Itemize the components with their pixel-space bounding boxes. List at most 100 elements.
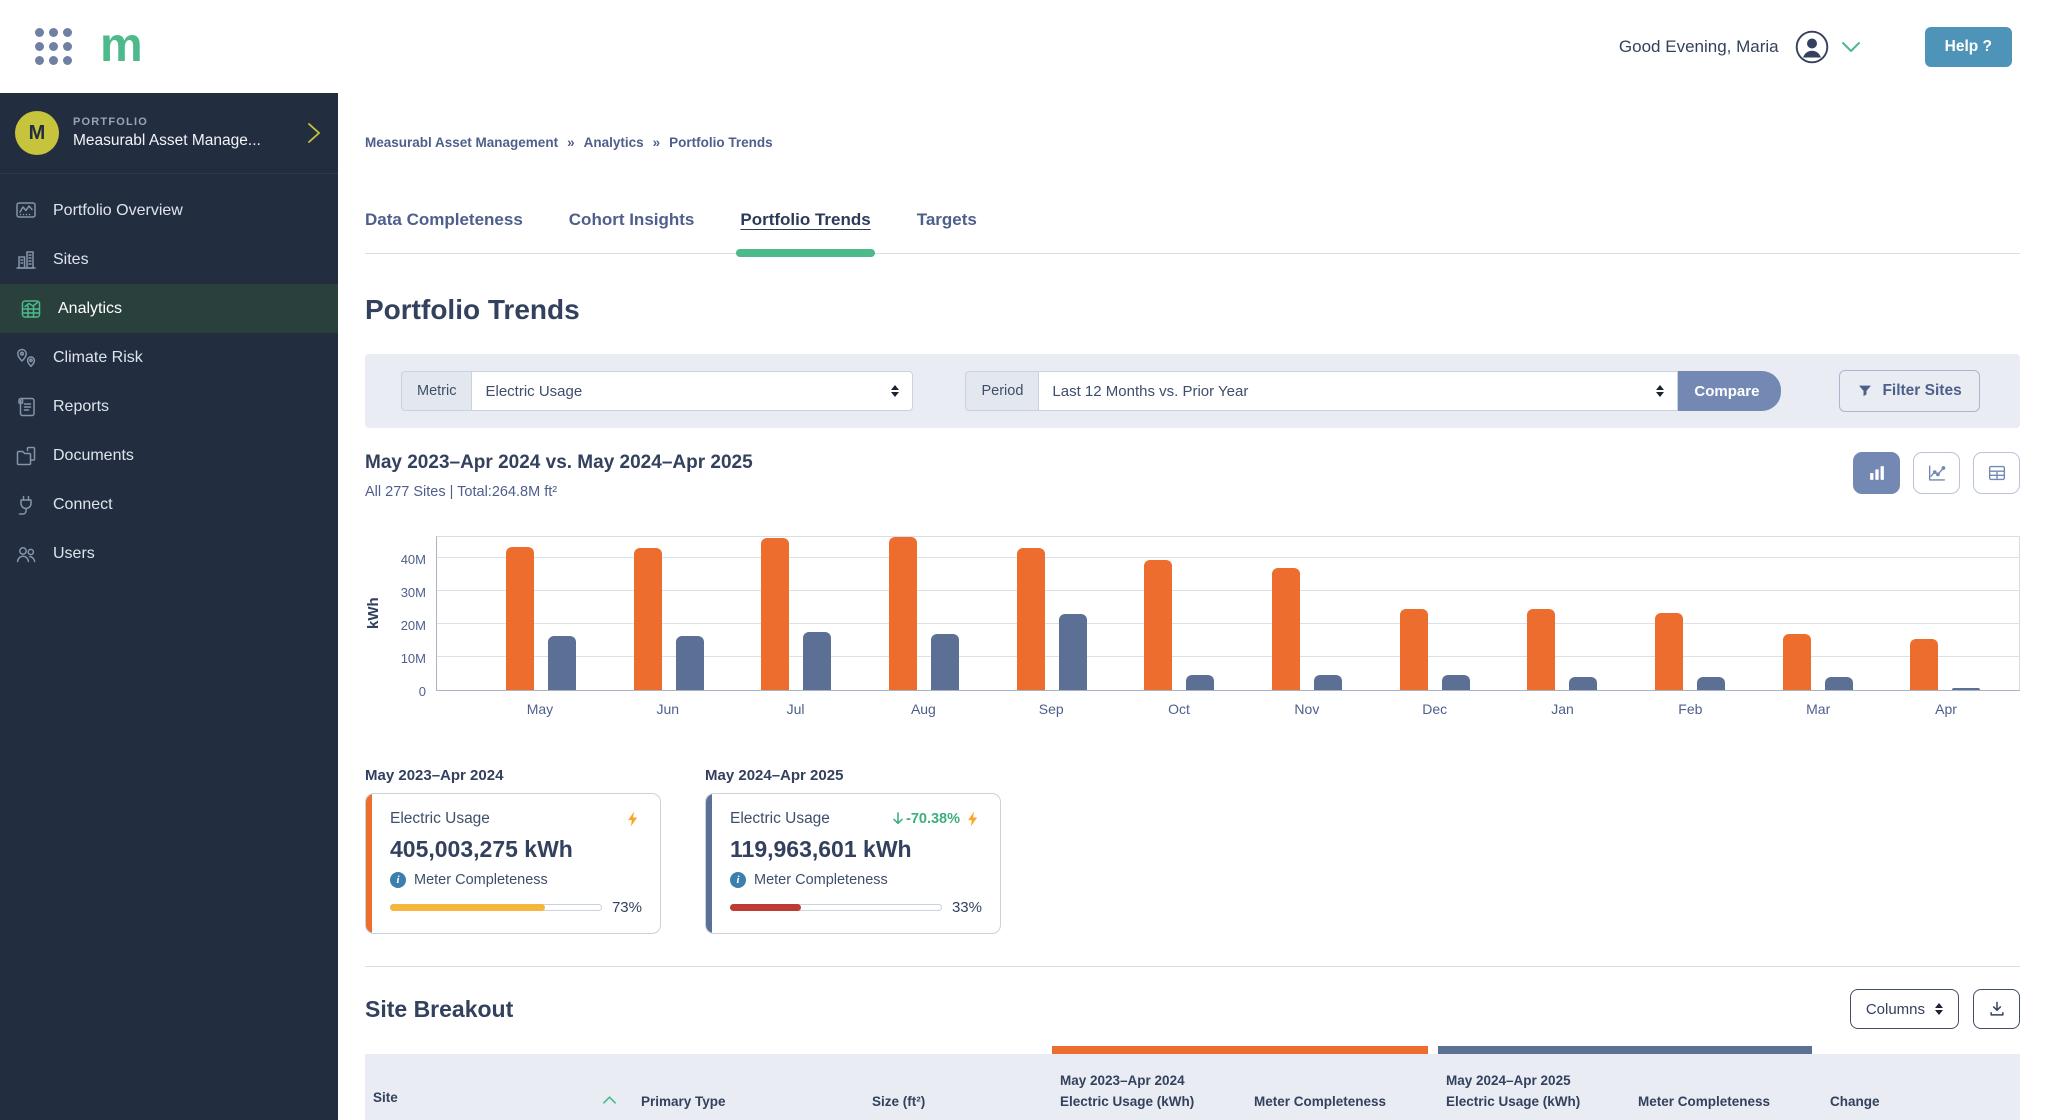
chart-plot — [436, 536, 2020, 691]
table-mode-button[interactable] — [1973, 452, 2020, 494]
plug-icon — [13, 492, 39, 518]
bar-period2-nov[interactable] — [1313, 675, 1342, 690]
bar-period2-oct[interactable] — [1186, 675, 1215, 690]
tab-data-completeness[interactable]: Data Completeness — [365, 210, 523, 253]
sidebar-item-climate-risk[interactable]: Climate Risk — [0, 333, 338, 382]
column-header-period1-completeness[interactable]: Meter Completeness — [1246, 1054, 1428, 1120]
bar-period2-mar[interactable] — [1824, 676, 1853, 690]
user-menu[interactable] — [1795, 30, 1861, 64]
sidebar-item-label: Connect — [53, 495, 113, 513]
sidebar-item-sites[interactable]: Sites — [0, 235, 338, 284]
bar-period1-jan[interactable] — [1527, 609, 1556, 690]
bar-period1-sep[interactable] — [1016, 548, 1045, 690]
sort-ascending-icon[interactable] — [602, 1095, 617, 1105]
completeness-percent: 33% — [951, 899, 982, 916]
column-header-period2-usage[interactable]: May 2024–Apr 2025 Electric Usage (kWh) — [1438, 1054, 1620, 1120]
column-header-change[interactable]: Change — [1822, 1054, 2020, 1120]
x-axis-label: Dec — [1422, 701, 1448, 717]
y-axis-tick-label: 20M — [400, 618, 426, 634]
download-button[interactable] — [1973, 989, 2020, 1029]
tab-portfolio-trends[interactable]: Portfolio Trends — [736, 210, 876, 257]
tab-cohort-insights[interactable]: Cohort Insights — [569, 210, 695, 253]
breadcrumb-item[interactable]: Portfolio Trends — [669, 135, 773, 150]
sidebar-item-portfolio-overview[interactable]: Portfolio Overview — [0, 186, 338, 235]
avatar[interactable] — [1795, 30, 1829, 64]
bar-period1-aug[interactable] — [888, 536, 917, 690]
site-breakout-title: Site Breakout — [365, 995, 514, 1022]
bar-chart: kWh 0 10M 20M 30M 40M May Jun Jul Aug Sep Oct Nov D… — [365, 536, 2020, 717]
bar-period1-jul[interactable] — [761, 538, 790, 690]
buildings-icon — [13, 247, 39, 273]
column-header-primary-type[interactable]: Primary Type — [633, 1054, 854, 1120]
help-button[interactable]: Help ? — [1924, 26, 2012, 67]
card-accent-strip — [366, 794, 372, 933]
bar-period1-oct[interactable] — [1144, 559, 1173, 690]
sidebar-item-analytics[interactable]: Analytics — [0, 284, 338, 333]
info-icon[interactable] — [390, 872, 406, 888]
apps-grid-icon[interactable] — [35, 28, 72, 65]
portfolio-avatar: M — [15, 111, 59, 155]
chevron-right-icon[interactable] — [306, 122, 322, 144]
bar-period2-apr[interactable] — [1952, 688, 1981, 690]
bar-period1-nov[interactable] — [1271, 568, 1300, 690]
column-header-period1-usage[interactable]: May 2023–Apr 2024 Electric Usage (kWh) — [1052, 1054, 1236, 1120]
column-header-site[interactable]: Site — [365, 1054, 623, 1120]
info-icon[interactable] — [730, 872, 746, 888]
bar-period2-feb[interactable] — [1696, 676, 1725, 690]
bar-chart-mode-button[interactable] — [1853, 452, 1900, 494]
bar-period2-dec[interactable] — [1441, 675, 1470, 690]
column-header-size[interactable]: Size (ft²) — [864, 1054, 1042, 1120]
bar-period2-aug[interactable] — [930, 633, 959, 690]
portfolio-name: Measurabl Asset Manage... — [73, 132, 261, 149]
line-chart-mode-button[interactable] — [1913, 452, 1960, 494]
measurabl-logo[interactable]: m — [100, 22, 143, 70]
chart-x-labels: May Jun Jul Aug Sep Oct Nov Dec Jan Feb Mar Apr — [436, 701, 2020, 717]
bar-group-jul — [732, 537, 860, 690]
period-select[interactable]: Last 12 Months vs. Prior Year — [1038, 371, 1679, 411]
breadcrumb-item[interactable]: Analytics — [584, 135, 644, 150]
main-content: Measurabl Asset Management » Analytics »… — [338, 93, 2048, 1120]
sidebar-item-reports[interactable]: Reports — [0, 382, 338, 431]
y-axis-title: kWh — [365, 597, 382, 630]
bar-period1-jun[interactable] — [633, 548, 662, 690]
breadcrumb-item[interactable]: Measurabl Asset Management — [365, 135, 558, 150]
tab-targets[interactable]: Targets — [917, 210, 977, 253]
bar-period1-mar[interactable] — [1782, 633, 1811, 690]
x-axis-label: Jul — [786, 701, 805, 717]
bar-group-nov — [1243, 537, 1371, 690]
columns-select[interactable]: Columns — [1849, 989, 1959, 1029]
x-axis-label: Oct — [1168, 701, 1190, 717]
bar-period1-may[interactable] — [505, 546, 534, 690]
filter-sites-button[interactable]: Filter Sites — [1839, 370, 1980, 412]
x-axis-label: Jun — [656, 701, 680, 717]
bar-period2-jun[interactable] — [675, 635, 704, 690]
compare-button[interactable]: Compare — [1678, 371, 1782, 411]
completeness-progress-bar — [390, 904, 602, 911]
top-header: m Good Evening, Maria Help ? — [0, 0, 2048, 93]
portfolio-label: PORTFOLIO — [73, 116, 148, 128]
bar-period2-jan[interactable] — [1569, 676, 1598, 690]
bar-period1-dec[interactable] — [1399, 609, 1428, 690]
metric-select[interactable]: Electric Usage — [471, 371, 914, 411]
sidebar-item-connect[interactable]: Connect — [0, 480, 338, 529]
change-indicator: -70.38% — [891, 811, 960, 827]
bar-period1-apr[interactable] — [1910, 638, 1939, 690]
bar-period2-sep[interactable] — [1058, 614, 1087, 690]
column-header-period2-completeness[interactable]: Meter Completeness — [1630, 1054, 1812, 1120]
y-axis-tick-label: 10M — [400, 651, 426, 667]
portfolio-switcher[interactable]: M PORTFOLIO Measurabl Asset Manage... — [0, 93, 338, 174]
bar-period2-jul[interactable] — [803, 632, 832, 690]
x-axis-label: Apr — [1935, 701, 1957, 717]
sidebar-item-documents[interactable]: Documents — [0, 431, 338, 480]
y-axis-tick-label: 0 — [418, 684, 426, 699]
line-chart-icon — [13, 198, 39, 224]
bar-group-may — [477, 537, 605, 690]
chevron-down-icon[interactable] — [1841, 41, 1861, 53]
bar-period2-may[interactable] — [547, 635, 576, 690]
period2-card-block: May 2024–Apr 2025 Electric Usage -70.38% — [705, 767, 1001, 934]
sidebar-item-users[interactable]: Users — [0, 529, 338, 578]
bar-period1-feb[interactable] — [1654, 612, 1683, 690]
sidebar-item-label: Sites — [53, 250, 89, 268]
bar-group-jun — [605, 537, 733, 690]
period-label: Period — [965, 371, 1039, 411]
